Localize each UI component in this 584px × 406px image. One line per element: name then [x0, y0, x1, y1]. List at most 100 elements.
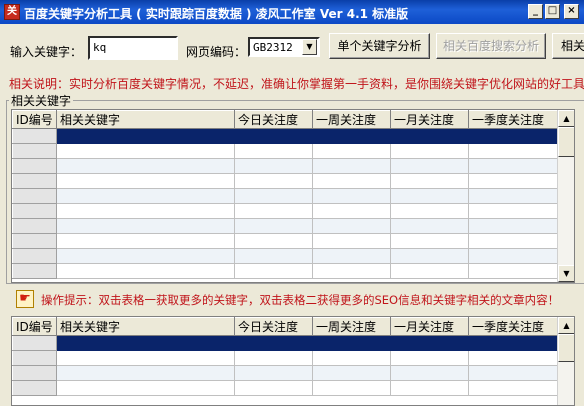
table-cell[interactable]: [234, 158, 313, 174]
table-cell[interactable]: [390, 218, 469, 234]
table-cell[interactable]: [234, 365, 313, 381]
table-cell[interactable]: [468, 158, 560, 174]
table-cell[interactable]: [468, 263, 560, 279]
table-cell[interactable]: [312, 158, 391, 174]
row-header-cell[interactable]: [12, 218, 57, 234]
table-row[interactable]: [12, 188, 560, 204]
related-search-analyze-button[interactable]: 相关百度搜索分析: [436, 33, 546, 59]
row-header-cell[interactable]: [12, 143, 57, 159]
grid1-scrollbar[interactable]: ▲ ▼: [557, 110, 574, 282]
table-cell[interactable]: [390, 350, 469, 366]
table-cell[interactable]: [56, 143, 235, 159]
scroll-thumb[interactable]: [558, 334, 574, 362]
table-row[interactable]: [12, 143, 560, 159]
table-row[interactable]: [12, 233, 560, 249]
table-cell[interactable]: [56, 365, 235, 381]
row-header-cell[interactable]: [12, 365, 57, 381]
keyword-input[interactable]: kq: [88, 36, 178, 60]
table-cell[interactable]: [312, 248, 391, 264]
table-cell[interactable]: [390, 233, 469, 249]
table-cell[interactable]: [468, 188, 560, 204]
column-header[interactable]: 今日关注度: [234, 317, 313, 336]
table-row[interactable]: [12, 380, 560, 396]
table-row[interactable]: [12, 263, 560, 279]
column-header[interactable]: 一月关注度: [390, 317, 469, 336]
table-cell[interactable]: [468, 143, 560, 159]
table-cell[interactable]: [312, 335, 391, 351]
table-cell[interactable]: [56, 188, 235, 204]
table-cell[interactable]: [468, 173, 560, 189]
table-cell[interactable]: [234, 143, 313, 159]
table-cell[interactable]: [390, 203, 469, 219]
table-cell[interactable]: [312, 173, 391, 189]
scroll-up-icon[interactable]: ▲: [558, 317, 574, 334]
table-cell[interactable]: [312, 350, 391, 366]
table-cell[interactable]: [390, 248, 469, 264]
table-cell[interactable]: [390, 335, 469, 351]
table-row[interactable]: [12, 173, 560, 189]
row-header-cell[interactable]: [12, 380, 57, 396]
encoding-select[interactable]: GB2312 ▼: [248, 37, 320, 57]
table-cell[interactable]: [390, 263, 469, 279]
column-header[interactable]: 一月关注度: [390, 110, 469, 129]
table-cell[interactable]: [234, 203, 313, 219]
table-cell[interactable]: [234, 335, 313, 351]
table-cell[interactable]: [468, 248, 560, 264]
table-cell[interactable]: [234, 248, 313, 264]
table-row[interactable]: [12, 350, 560, 366]
minimize-button[interactable]: _: [528, 4, 543, 19]
row-header-cell[interactable]: [12, 173, 57, 189]
table-cell[interactable]: [234, 173, 313, 189]
table-cell[interactable]: [234, 218, 313, 234]
table-cell[interactable]: [468, 203, 560, 219]
table-row[interactable]: [12, 203, 560, 219]
table-cell[interactable]: [312, 365, 391, 381]
table-cell[interactable]: [56, 335, 235, 351]
column-header[interactable]: 相关关键字: [56, 317, 235, 336]
row-header-cell[interactable]: [12, 233, 57, 249]
table-cell[interactable]: [56, 380, 235, 396]
table-cell[interactable]: [56, 128, 235, 144]
grid2-scrollbar[interactable]: ▲: [557, 317, 574, 405]
table-cell[interactable]: [312, 233, 391, 249]
table-cell[interactable]: [234, 233, 313, 249]
related-keywords-grid[interactable]: ID编号 相关关键字 今日关注度 一周关注度 一月关注度 一季度关注度 ▲ ▼: [11, 109, 575, 283]
row-header-cell[interactable]: [12, 203, 57, 219]
table-row[interactable]: [12, 248, 560, 264]
row-header-cell[interactable]: [12, 335, 57, 351]
table-cell[interactable]: [390, 188, 469, 204]
table-cell[interactable]: [468, 380, 560, 396]
row-header-cell[interactable]: [12, 128, 57, 144]
related-more-button[interactable]: 相关: [552, 33, 584, 59]
table-cell[interactable]: [312, 143, 391, 159]
table-cell[interactable]: [468, 233, 560, 249]
table-cell[interactable]: [390, 128, 469, 144]
column-header[interactable]: 相关关键字: [56, 110, 235, 129]
table-cell[interactable]: [390, 173, 469, 189]
table-cell[interactable]: [56, 350, 235, 366]
table-cell[interactable]: [468, 128, 560, 144]
table-cell[interactable]: [234, 350, 313, 366]
table-cell[interactable]: [312, 263, 391, 279]
table-cell[interactable]: [56, 263, 235, 279]
table-cell[interactable]: [234, 380, 313, 396]
table-cell[interactable]: [468, 350, 560, 366]
table-cell[interactable]: [234, 188, 313, 204]
row-header-cell[interactable]: [12, 263, 57, 279]
table-cell[interactable]: [312, 380, 391, 396]
close-button[interactable]: ×: [564, 4, 579, 19]
row-header-cell[interactable]: [12, 188, 57, 204]
table-row[interactable]: [12, 158, 560, 174]
maximize-button[interactable]: □: [545, 4, 560, 19]
scroll-thumb[interactable]: [558, 127, 574, 157]
table-row[interactable]: [12, 365, 560, 381]
table-cell[interactable]: [56, 203, 235, 219]
table-cell[interactable]: [312, 218, 391, 234]
article-info-grid[interactable]: ID编号 相关关键字 今日关注度 一周关注度 一月关注度 一季度关注度 ▲: [11, 316, 575, 406]
single-keyword-analyze-button[interactable]: 单个关键字分析: [329, 33, 430, 59]
table-cell[interactable]: [468, 218, 560, 234]
row-header-cell[interactable]: [12, 350, 57, 366]
table-cell[interactable]: [468, 365, 560, 381]
table-cell[interactable]: [56, 158, 235, 174]
table-cell[interactable]: [390, 158, 469, 174]
